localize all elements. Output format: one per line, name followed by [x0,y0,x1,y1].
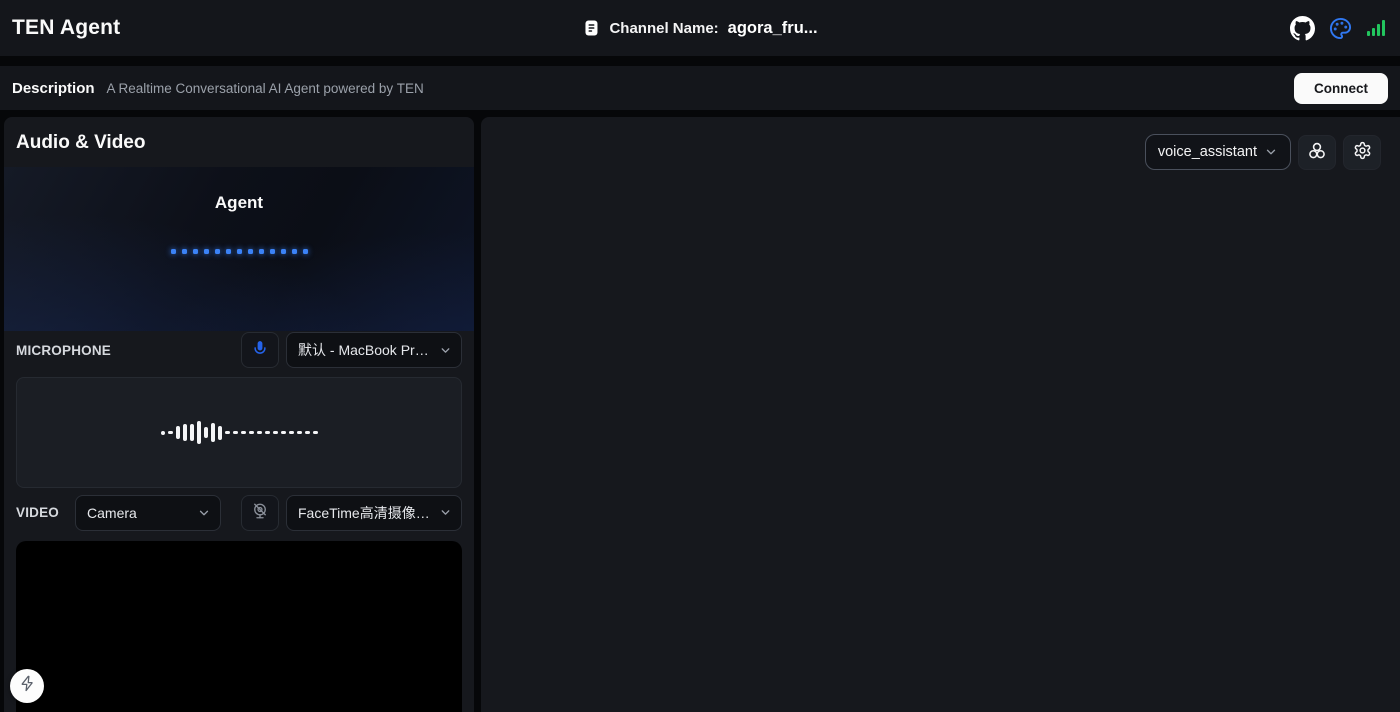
microphone-row: MICROPHONE 默认 - MacBook Pro麦 [4,332,474,368]
channel-name-value: agora_fru... [728,19,818,38]
header-icons [1290,16,1386,41]
mic-waveform [161,421,318,444]
description-bar: Description A Realtime Conversational AI… [0,66,1400,110]
connect-button[interactable]: Connect [1294,73,1388,104]
camera-toggle-button[interactable] [241,495,279,531]
audio-video-panel: Audio & Video Agent MICROPHONE 默认 - MacB… [4,117,474,712]
description-text: A Realtime Conversational AI Agent power… [107,81,424,96]
microphone-toggle-button[interactable] [241,332,279,368]
settings-button[interactable] [1343,135,1381,170]
video-source-value: Camera [87,505,192,521]
microphone-level-box [16,377,462,488]
app-header: TEN Agent Channel Name: agora_fru... [0,0,1400,56]
modules-button[interactable] [1298,135,1336,170]
right-toolbar: voice_assistant [481,134,1381,170]
app-title: TEN Agent [12,16,120,40]
microphone-device-select[interactable]: 默认 - MacBook Pro麦 [286,332,462,368]
agent-label: Agent [4,167,474,213]
agent-card: Agent [4,167,474,331]
main-area: Audio & Video Agent MICROPHONE 默认 - MacB… [0,117,1400,712]
chevron-down-icon [439,506,452,519]
chevron-down-icon [439,344,452,357]
panel-title: Audio & Video [4,117,474,167]
graph-select-value: voice_assistant [1158,144,1257,160]
chat-panel: voice_assistant [481,117,1400,712]
description-label: Description [12,80,95,97]
video-source-select[interactable]: Camera [75,495,221,531]
channel-group: Channel Name: agora_fru... [582,0,817,56]
video-label: VIDEO [16,505,59,520]
channel-name-label: Channel Name: [609,20,718,37]
video-row: VIDEO Camera FaceTime高清摄像头 ( [4,495,474,530]
settings-gear-icon [1353,141,1372,163]
agent-audio-dots [4,249,474,254]
camera-device-select[interactable]: FaceTime高清摄像头 ( [286,495,462,531]
camera-off-icon [251,502,269,523]
microphone-label: MICROPHONE [16,343,111,358]
modules-icon [1307,141,1327,164]
microphone-device-value: 默认 - MacBook Pro麦 [298,340,434,360]
document-icon [582,18,600,38]
chevron-down-icon [197,506,211,520]
lightning-icon [19,675,36,697]
network-quality-icon[interactable] [1366,18,1386,38]
palette-icon[interactable] [1329,17,1352,40]
microphone-icon [251,340,269,361]
trace-fab-button[interactable] [10,669,44,703]
github-icon[interactable] [1290,16,1315,41]
graph-select[interactable]: voice_assistant [1145,134,1291,170]
chevron-down-icon [1264,145,1278,159]
camera-device-value: FaceTime高清摄像头 ( [298,503,434,523]
local-video-preview [16,541,462,712]
